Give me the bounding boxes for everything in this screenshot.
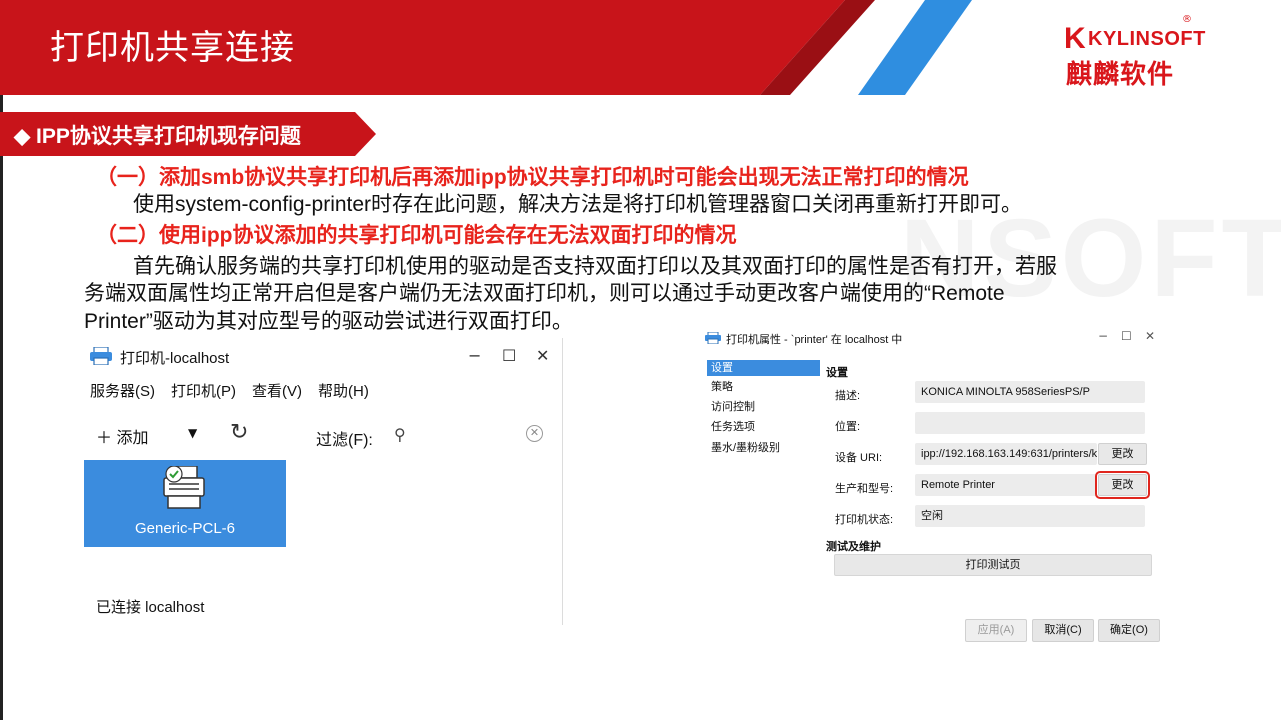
location-label: 位置: <box>835 421 861 433</box>
search-icon: ⚲ <box>394 425 406 444</box>
ok-button[interactable]: 确定(O) <box>1098 619 1160 642</box>
connection-status: 已连接 localhost <box>96 599 205 616</box>
close-icon[interactable]: ✕ <box>536 346 549 365</box>
left-border <box>0 95 3 720</box>
item1-title: （一）添加smb协议共享打印机后再添加ipp协议共享打印机时可能会出现无法正常打… <box>96 166 969 189</box>
sidebar-item-job-options[interactable]: 任务选项 <box>707 419 820 435</box>
item2-line2: 务端双面属性均正常开启但是客户端仍无法双面打印机，则可以通过手动更改客户端使用的… <box>84 282 1005 305</box>
minimize-icon[interactable]: − <box>468 346 481 365</box>
kylinsoft-logo: K KYLINSOFT ® 麒麟软件 <box>1064 14 1206 90</box>
change-model-button[interactable]: 更改 <box>1095 471 1150 499</box>
minimize-icon[interactable]: − <box>1098 329 1108 343</box>
location-field[interactable] <box>915 412 1145 434</box>
item2-title: （二）使用ipp协议添加的共享打印机可能会存在无法双面打印的情况 <box>96 224 737 247</box>
printer-item[interactable]: Generic-PCL-6 <box>84 460 286 547</box>
printer-icon <box>90 347 112 365</box>
dialog-titlebar[interactable]: 打印机属性 - `printer' 在 localhost 中 − ☐ ✕ <box>701 324 1165 352</box>
test-maintenance-header: 测试及维护 <box>826 541 881 553</box>
maximize-icon[interactable]: ☐ <box>1121 329 1132 343</box>
print-test-page-button[interactable]: 打印测试页 <box>834 554 1152 576</box>
cancel-button[interactable]: 取消(C) <box>1032 619 1094 642</box>
sidebar-item-settings[interactable]: 设置 <box>707 360 820 376</box>
menu-printer[interactable]: 打印机(P) <box>171 380 236 404</box>
device-uri-label: 设备 URI: <box>835 452 883 464</box>
item2-line3: Printer”驱动为其对应型号的驱动尝试进行双面打印。 <box>84 310 573 333</box>
device-uri-field[interactable]: ipp://192.168.163.149:631/printers/k <box>915 443 1097 465</box>
menu-view[interactable]: 查看(V) <box>252 380 302 404</box>
sidebar-item-ink-levels[interactable]: 墨水/墨粉级别 <box>707 440 820 456</box>
chevron-down-icon[interactable]: ▼ <box>188 426 197 440</box>
printer-properties-dialog: 打印机属性 - `printer' 在 localhost 中 − ☐ ✕ 设置… <box>701 324 1165 642</box>
menu-server[interactable]: 服务器(S) <box>90 380 155 404</box>
section-title: ◆ IPP协议共享打印机现存问题 <box>14 125 301 148</box>
menu-bar: 服务器(S) 打印机(P) 查看(V) 帮助(H) <box>84 380 369 404</box>
add-button[interactable]: ＋ 添加 <box>96 424 148 448</box>
printer-ready-icon <box>163 466 205 509</box>
printer-state-label: 打印机状态: <box>835 514 894 526</box>
menu-help[interactable]: 帮助(H) <box>318 380 369 404</box>
dialog-title: 打印机属性 - `printer' 在 localhost 中 <box>726 334 903 346</box>
printer-state-field: 空闲 <box>915 505 1145 527</box>
make-model-field: Remote Printer <box>915 474 1097 496</box>
make-model-label: 生产和型号: <box>835 483 894 495</box>
maximize-icon[interactable]: ☐ <box>502 346 516 365</box>
item1-body: 使用system-config-printer时存在此问题，解决方法是将打印机管… <box>133 193 1023 216</box>
filter-label: 过滤(F): <box>316 432 373 449</box>
apply-button[interactable]: 应用(A) <box>965 619 1027 642</box>
printer-icon <box>705 332 721 344</box>
printer-name: Generic-PCL-6 <box>134 520 236 537</box>
clear-icon[interactable]: ✕ <box>526 425 543 442</box>
refresh-icon[interactable]: ↻ <box>230 420 248 445</box>
item2-line1: 首先确认服务端的共享打印机使用的驱动是否支持双面打印以及其双面打印的属性是否有打… <box>133 255 1057 278</box>
toolbar: ＋ 添加 ▼ ↻ 过滤(F): ⚲ ✕ <box>84 418 563 458</box>
description-label: 描述: <box>835 390 861 402</box>
dialog-sidebar: 设置 策略 访问控制 任务选项 墨水/墨粉级别 <box>704 358 820 598</box>
window-title: 打印机-localhost <box>120 350 230 367</box>
page-title: 打印机共享连接 <box>50 28 295 68</box>
settings-header: 设置 <box>826 367 848 379</box>
printer-manager-window: 打印机-localhost − ☐ ✕ 服务器(S) 打印机(P) 查看(V) … <box>84 338 563 625</box>
close-icon[interactable]: ✕ <box>1145 329 1155 343</box>
description-field[interactable]: KONICA MINOLTA 958SeriesPS/P <box>915 381 1145 403</box>
sidebar-item-policy[interactable]: 策略 <box>707 379 820 395</box>
filter-input[interactable]: ⚲ ✕ <box>384 420 552 452</box>
change-uri-button[interactable]: 更改 <box>1098 443 1147 465</box>
window-titlebar[interactable]: 打印机-localhost − ☐ ✕ <box>84 338 563 376</box>
sidebar-item-access-control[interactable]: 访问控制 <box>707 399 820 415</box>
